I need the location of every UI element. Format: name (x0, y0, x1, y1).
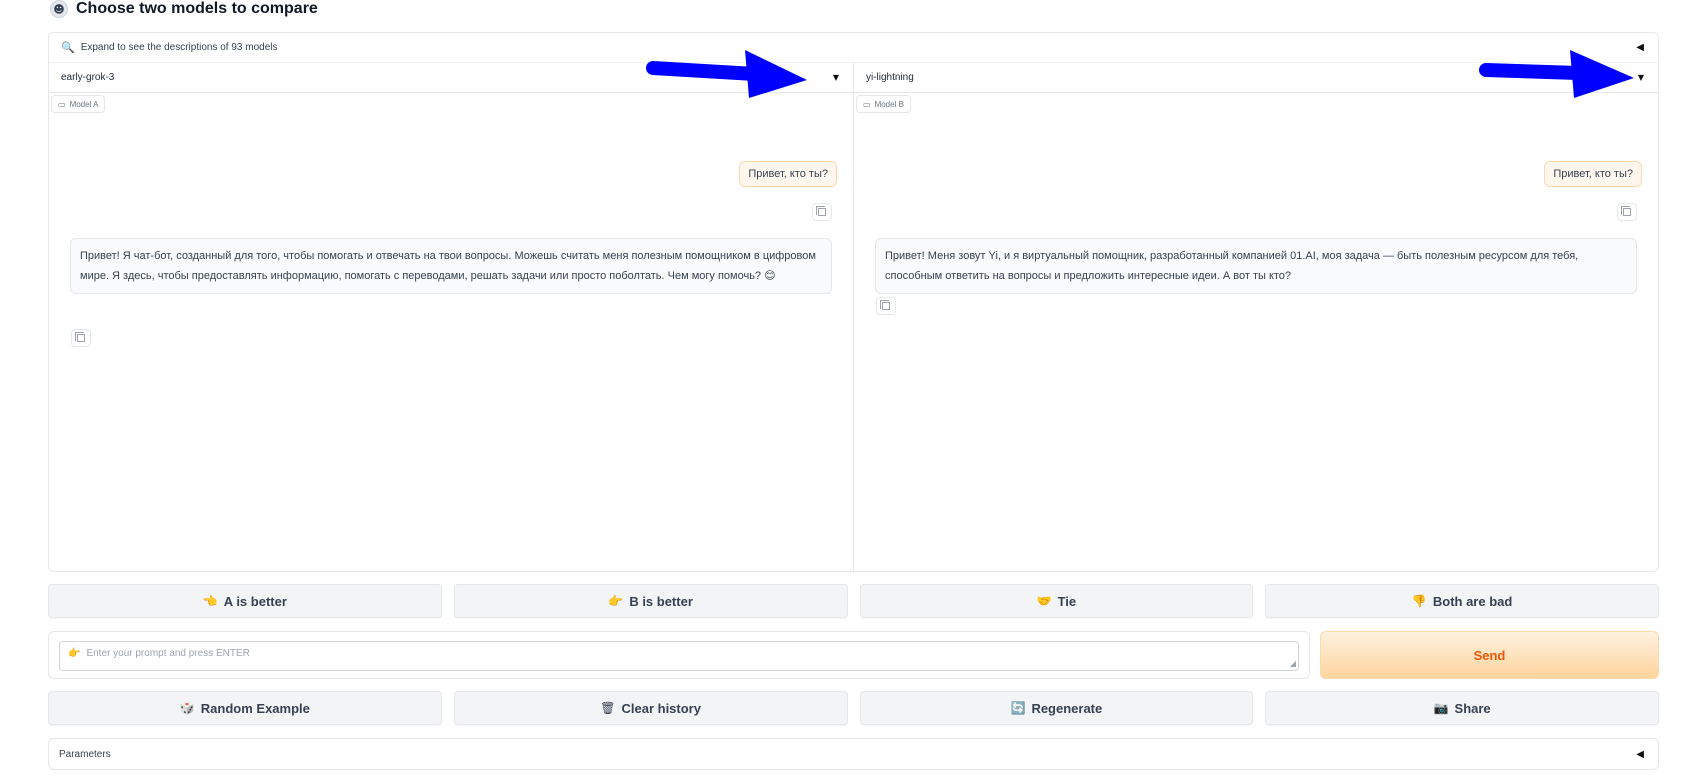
parameters-accordion[interactable]: Parameters ◀ (48, 738, 1659, 770)
copy-icon[interactable] (71, 329, 91, 347)
send-button[interactable]: Send (1320, 631, 1659, 679)
model-b-tag: ▭ Model B (856, 95, 911, 113)
robot-icon: ☻ (50, 0, 68, 18)
model-a-column: early-grok-3 ▼ ▭ Model A Привет, кто ты?… (49, 63, 853, 571)
camera-icon: 📷 (1433, 701, 1449, 715)
button-label: Both are bad (1432, 593, 1513, 609)
button-label: B is better (629, 593, 693, 609)
button-label: Share (1454, 700, 1491, 716)
dice-icon: 🎲 (179, 701, 195, 715)
tie-button[interactable]: 🤝 Tie (859, 584, 1254, 618)
vote-buttons: 👈 A is better 👉 B is better 🤝 Tie 👎 Both… (48, 584, 1659, 618)
bot-message: Привет! Я чат-бот, созданный для того, ч… (70, 238, 832, 294)
collapse-triangle-icon[interactable]: ◀ (1636, 749, 1644, 760)
point-left-icon: 👈 (202, 594, 218, 608)
thumbs-down-icon: 👎 (1411, 594, 1427, 608)
chat-icon: ▭ (863, 99, 871, 109)
random-example-button[interactable]: 🎲 Random Example (48, 691, 442, 725)
action-buttons: 🎲 Random Example 🗑 Clear history 🔄 Regen… (48, 691, 1659, 725)
accordion-label: Expand to see the descriptions of 93 mod… (80, 42, 278, 53)
share-button[interactable]: 📷 Share (1265, 691, 1659, 725)
bot-message: Привет! Меня зовут Yi, и я виртуальный п… (875, 238, 1637, 294)
b-is-better-button[interactable]: 👉 B is better (453, 584, 848, 618)
copy-icon[interactable] (812, 203, 832, 221)
resize-handle-icon[interactable]: ◢ (1290, 659, 1296, 668)
a-is-better-button[interactable]: 👈 A is better (48, 584, 442, 618)
point-right-icon: 👉 (68, 648, 81, 659)
clear-history-button[interactable]: 🗑 Clear history (453, 691, 848, 725)
button-label: Tie (1057, 593, 1077, 609)
prompt-input[interactable]: 👉 Enter your prompt and press ENTER ◢ (59, 641, 1299, 671)
model-descriptions-accordion[interactable]: 🔍 Expand to see the descriptions of 93 m… (49, 33, 1658, 63)
models-panel: 🔍 Expand to see the descriptions of 93 m… (48, 32, 1659, 572)
model-a-tag-label: Model A (69, 99, 99, 109)
copy-icon[interactable] (876, 297, 896, 315)
magnifier-icon: 🔍 (61, 41, 75, 54)
model-a-selected: early-grok-3 (61, 72, 115, 83)
dropdown-caret-icon[interactable]: ▼ (833, 73, 839, 82)
user-message: Привет, кто ты? (1544, 161, 1642, 187)
prompt-placeholder: Enter your prompt and press ENTER (86, 648, 250, 659)
prompt-container: 👉 Enter your prompt and press ENTER ◢ (48, 631, 1310, 679)
button-label: Random Example (200, 700, 310, 716)
model-a-tag: ▭ Model A (51, 95, 106, 113)
regenerate-button[interactable]: 🔄 Regenerate (859, 691, 1254, 725)
button-label: Regenerate (1031, 700, 1103, 716)
annotation-arrow-b (1479, 50, 1634, 98)
page-title: Choose two models to compare (76, 0, 318, 17)
trash-icon: 🗑 (600, 701, 616, 715)
parameters-label: Parameters (59, 748, 111, 760)
handshake-icon: 🤝 (1036, 594, 1052, 608)
model-b-column: yi-lightning ▼ ▭ Model B Привет, кто ты?… (853, 63, 1658, 571)
refresh-icon: 🔄 (1010, 701, 1026, 715)
user-message: Привет, кто ты? (739, 161, 837, 187)
model-b-selected: yi-lightning (866, 72, 914, 83)
button-label: Clear history (621, 700, 701, 716)
copy-icon[interactable] (1617, 203, 1637, 221)
chat-icon: ▭ (58, 99, 66, 109)
page-header: ☻ Choose two models to compare (50, 0, 318, 18)
button-label: A is better (223, 593, 287, 609)
both-are-bad-button[interactable]: 👎 Both are bad (1265, 584, 1659, 618)
point-right-icon: 👉 (608, 594, 624, 608)
annotation-arrow-a (646, 50, 807, 98)
dropdown-caret-icon[interactable]: ▼ (1638, 73, 1644, 82)
model-b-tag-label: Model B (874, 99, 904, 109)
